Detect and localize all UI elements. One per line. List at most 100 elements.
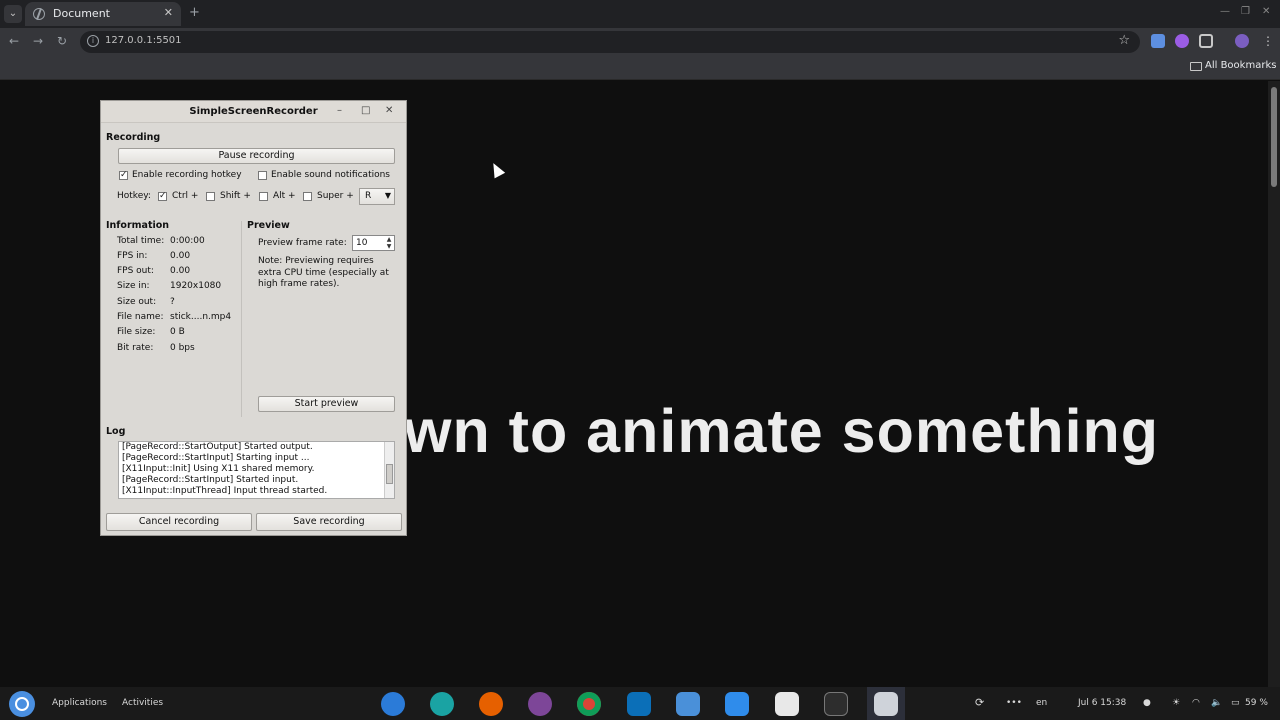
clock[interactable]: Jul 6 15:38 xyxy=(1078,698,1126,708)
pause-recording-button[interactable]: Pause recording xyxy=(118,148,395,164)
enable-hotkey-label: Enable recording hotkey xyxy=(132,170,242,180)
tab-title: Document xyxy=(53,7,110,20)
log-line: [PageRecord::StartOutput] Started output… xyxy=(122,442,313,452)
super-label: Super + xyxy=(317,191,354,201)
brightness-icon[interactable]: ☀ xyxy=(1172,698,1180,708)
window-titlebar[interactable]: SimpleScreenRecorder – □ ✕ xyxy=(101,101,406,123)
battery-icon[interactable]: ▭ xyxy=(1231,698,1240,708)
info-key: File size: xyxy=(117,327,156,337)
log-line: [X11Input::Init] Using X11 shared memory… xyxy=(122,464,315,474)
url-text[interactable]: 127.0.0.1:5501 xyxy=(105,35,182,46)
browser-tab-bar: ⌄ Document ✕ + — ❐ ✕ xyxy=(0,0,1280,28)
browser-tab[interactable]: Document ✕ xyxy=(25,2,181,26)
chrome-icon[interactable] xyxy=(577,692,601,716)
info-key: FPS in: xyxy=(117,251,148,261)
save-recording-button[interactable]: Save recording xyxy=(256,513,402,531)
ubuntu-logo-icon[interactable] xyxy=(9,691,35,717)
minimize-icon[interactable]: – xyxy=(337,105,342,116)
extensions-puzzle-icon[interactable] xyxy=(1199,34,1213,48)
info-key: Size out: xyxy=(117,297,157,307)
minimize-window-icon[interactable]: — xyxy=(1220,6,1230,17)
edge-icon[interactable] xyxy=(430,692,454,716)
files-icon[interactable] xyxy=(676,692,700,716)
scrollbar-thumb[interactable] xyxy=(1271,87,1277,187)
firefox-icon[interactable] xyxy=(479,692,503,716)
page-scrollbar[interactable] xyxy=(1268,81,1280,687)
shift-checkbox[interactable] xyxy=(206,192,215,201)
bookmark-star-icon[interactable]: ☆ xyxy=(1118,33,1130,48)
preview-section-header: Preview xyxy=(247,220,290,231)
applications-menu[interactable]: Applications xyxy=(52,698,107,708)
start-preview-button[interactable]: Start preview xyxy=(258,396,395,412)
text-editor-icon[interactable] xyxy=(775,692,799,716)
wifi-icon[interactable]: ◠ xyxy=(1192,698,1200,708)
log-line: [X11Input::InputThread] Input thread sta… xyxy=(122,486,328,496)
new-tab-icon[interactable]: + xyxy=(189,5,200,20)
vscode-icon[interactable] xyxy=(627,692,651,716)
info-key: Total time: xyxy=(117,236,165,246)
tab-search-button[interactable]: ⌄ xyxy=(4,5,22,23)
forward-icon[interactable]: → xyxy=(33,34,43,48)
battery-percentage: 59 % xyxy=(1245,698,1268,708)
section-divider xyxy=(241,221,242,417)
simplescreenrecorder-window: SimpleScreenRecorder – □ ✕ Recording Pau… xyxy=(100,100,407,536)
preview-frame-rate-value[interactable]: 10 xyxy=(356,238,367,248)
spin-up-icon[interactable]: ▲ xyxy=(385,236,393,243)
enable-sound-checkbox[interactable] xyxy=(258,171,267,180)
info-key: Bit rate: xyxy=(117,343,154,353)
profile-avatar[interactable] xyxy=(1235,34,1249,48)
close-tab-icon[interactable]: ✕ xyxy=(164,6,173,19)
hotkey-key-value: R xyxy=(365,191,372,201)
info-value: 0:00:00 xyxy=(170,236,205,246)
page-headline: wn to animate something xyxy=(404,397,1160,465)
cancel-recording-button[interactable]: Cancel recording xyxy=(106,513,252,531)
hotkey-key-select[interactable]: R ▼ xyxy=(359,188,395,205)
info-key: File name: xyxy=(117,312,164,322)
back-icon[interactable]: ← xyxy=(9,34,19,48)
log-line: [PageRecord::StartInput] Starting input … xyxy=(122,453,310,463)
app-store-icon[interactable] xyxy=(725,692,749,716)
screen-recorder-icon[interactable] xyxy=(874,692,898,716)
ctrl-checkbox[interactable] xyxy=(158,191,167,202)
extension-icon[interactable] xyxy=(1151,34,1165,48)
info-value: stick....n.mp4 xyxy=(170,312,232,322)
shift-label: Shift + xyxy=(220,191,251,201)
folder-icon xyxy=(1190,62,1202,71)
ctrl-label: Ctrl + xyxy=(172,191,199,201)
address-bar[interactable]: i 127.0.0.1:5501 ☆ xyxy=(80,31,1140,53)
log-view[interactable]: [PageRecord::StartOutput] Started output… xyxy=(118,441,395,499)
keyboard-layout-indicator[interactable]: en xyxy=(1036,698,1047,708)
activities-button[interactable]: Activities xyxy=(122,698,163,708)
terminal-icon[interactable] xyxy=(824,692,848,716)
volume-icon[interactable]: 🔈 xyxy=(1211,698,1222,708)
dot-indicator-icon: ● xyxy=(1143,698,1151,708)
site-info-icon[interactable]: i xyxy=(87,35,99,47)
all-bookmarks-link[interactable]: All Bookmarks xyxy=(1205,60,1276,71)
close-window-icon[interactable]: ✕ xyxy=(1262,6,1270,17)
reload-icon[interactable]: ↻ xyxy=(57,34,67,48)
maximize-icon[interactable]: □ xyxy=(361,105,370,116)
notifications-icon[interactable]: ⟳ xyxy=(975,696,984,709)
enable-sound-label: Enable sound notifications xyxy=(271,170,390,180)
preview-frame-rate-spinbox[interactable]: 10 ▲ ▼ xyxy=(352,235,395,251)
log-scrollbar[interactable] xyxy=(384,442,394,498)
log-section-header: Log xyxy=(106,426,126,437)
super-checkbox[interactable] xyxy=(303,192,312,201)
extension-icon[interactable] xyxy=(1175,34,1189,48)
info-value: 0.00 xyxy=(170,251,191,261)
info-key: FPS out: xyxy=(117,266,154,276)
globe-icon xyxy=(33,8,45,20)
thunderbird-icon[interactable] xyxy=(381,692,405,716)
close-icon[interactable]: ✕ xyxy=(385,105,393,116)
restore-window-icon[interactable]: ❐ xyxy=(1241,6,1250,17)
taskbar: Applications Activities ⟳ ••• en Jul 6 1… xyxy=(0,687,1280,720)
info-value: 0 bps xyxy=(170,343,195,353)
menu-kebab-icon[interactable]: ⋮ xyxy=(1262,34,1274,48)
enable-hotkey-checkbox[interactable] xyxy=(119,170,128,181)
tor-icon[interactable] xyxy=(528,692,552,716)
info-key: Size in: xyxy=(117,281,150,291)
log-scrollbar-thumb[interactable] xyxy=(386,464,393,484)
alt-checkbox[interactable] xyxy=(259,192,268,201)
spin-down-icon[interactable]: ▼ xyxy=(385,243,393,250)
more-icon[interactable]: ••• xyxy=(1006,698,1022,708)
